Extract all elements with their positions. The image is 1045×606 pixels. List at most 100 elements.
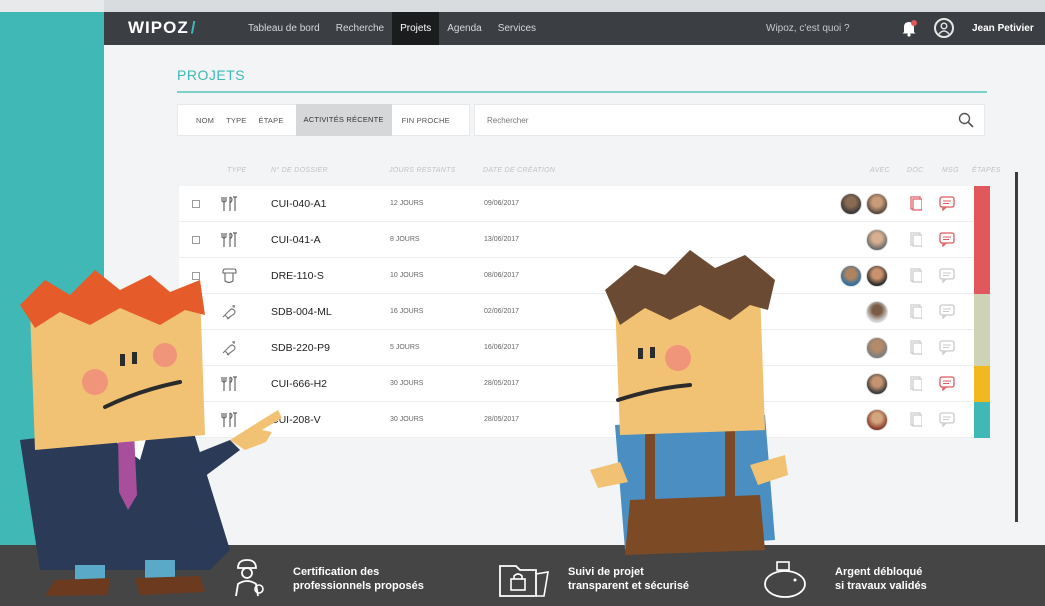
nav-agenda[interactable]: Agenda: [439, 12, 489, 45]
avatar[interactable]: [840, 265, 862, 287]
projects-table: CUI-040-A1 12 JOURS 09/06/2017 CUI-041-A…: [179, 186, 990, 438]
about-link[interactable]: Wipoz, c'est quoi ?: [766, 12, 850, 45]
left-band-top: [0, 0, 104, 12]
scrollbar[interactable]: [1015, 172, 1018, 522]
message-icon[interactable]: [939, 196, 955, 211]
stage-indicator: [974, 186, 990, 222]
page-title: PROJETS: [177, 67, 246, 83]
creation-date: 28/05/2017: [484, 416, 520, 423]
col-avec: AVEC: [870, 167, 890, 174]
stage-indicator: [974, 366, 990, 402]
user-silhouette-icon: [938, 22, 950, 35]
table-row[interactable]: DRE-110-S 10 JOURS 08/06/2017: [179, 258, 990, 294]
search-input[interactable]: [475, 105, 915, 135]
row-checkbox[interactable]: [192, 200, 200, 208]
feature-line: Argent débloqué: [835, 566, 923, 578]
table-row[interactable]: SDB-004-ML 16 JOURS 02/06/2017: [179, 294, 990, 330]
document-icon[interactable]: [910, 376, 922, 391]
avatar[interactable]: [840, 193, 862, 215]
avatar[interactable]: [866, 373, 888, 395]
nav-services[interactable]: Services: [490, 12, 544, 45]
days-remaining: 30 JOURS: [390, 380, 424, 387]
nav-recherche[interactable]: Recherche: [328, 12, 392, 45]
days-remaining: 16 JOURS: [390, 308, 424, 315]
avatar[interactable]: [866, 193, 888, 215]
avatar[interactable]: [866, 301, 888, 323]
avatar[interactable]: [866, 229, 888, 251]
cartoon-man-right-illustration: [590, 250, 788, 555]
main-nav: Tableau de bord Recherche Projets Agenda…: [240, 12, 544, 45]
avatar[interactable]: [866, 409, 888, 431]
days-remaining: 8 JOURS: [390, 236, 420, 243]
creation-date: 09/06/2017: [484, 200, 520, 207]
message-icon[interactable]: [939, 268, 955, 283]
document-icon[interactable]: [910, 340, 922, 355]
dossier-number[interactable]: CUI-040-A1: [271, 186, 326, 222]
creation-date: 16/06/2017: [484, 344, 520, 351]
stage-indicator: [974, 330, 990, 366]
creation-date: 28/05/2017: [484, 380, 520, 387]
creation-date: 08/06/2017: [484, 272, 520, 279]
row-checkbox[interactable]: [192, 236, 200, 244]
tools-icon: [221, 232, 237, 247]
col-etapes: ÉTAPES: [972, 167, 1001, 174]
notification-bell-icon[interactable]: [900, 19, 918, 37]
search-icon[interactable]: [958, 112, 974, 128]
days-remaining: 30 JOURS: [390, 416, 424, 423]
feature-line: transparent et sécurisé: [568, 580, 690, 592]
filter-fin-proche[interactable]: FIN PROCHE: [402, 116, 450, 125]
document-icon[interactable]: [910, 268, 922, 283]
creation-date: 13/06/2017: [484, 236, 520, 243]
col-date[interactable]: DATE DE CRÉATION: [483, 167, 555, 174]
col-doc: DOC: [907, 167, 924, 174]
message-icon[interactable]: [939, 304, 955, 319]
stage-indicator: [974, 222, 990, 258]
avatar[interactable]: [866, 337, 888, 359]
user-avatar-icon[interactable]: [934, 18, 954, 38]
creation-date: 02/06/2017: [484, 308, 520, 315]
table-row[interactable]: SDB-220-P9 5 JOURS 16/06/2017: [179, 330, 990, 366]
col-dossier[interactable]: N° DE DOSSIER: [271, 167, 328, 174]
document-icon[interactable]: [910, 232, 922, 247]
days-remaining: 10 JOURS: [390, 272, 424, 279]
secure-folder-icon: [499, 565, 549, 597]
message-icon[interactable]: [939, 340, 955, 355]
col-jours[interactable]: JOURS RESTANTS: [389, 167, 456, 174]
stage-indicator: [974, 258, 990, 294]
table-row[interactable]: CUI-041-A 8 JOURS 13/06/2017: [179, 222, 990, 258]
message-icon[interactable]: [939, 376, 955, 391]
col-msg: MSG: [942, 167, 959, 174]
days-remaining: 12 JOURS: [390, 200, 424, 207]
stage-indicator: [974, 402, 990, 438]
avatar[interactable]: [866, 265, 888, 287]
nav-tableau-de-bord[interactable]: Tableau de bord: [240, 12, 328, 45]
wipoz-logo[interactable]: WIPOZ /: [128, 18, 196, 38]
document-icon[interactable]: [910, 304, 922, 319]
filter-activites-recente[interactable]: ACTIVITÉS RÉCENTE: [295, 104, 392, 136]
filter-type[interactable]: TYPE: [226, 116, 246, 125]
filter-nom[interactable]: NOM: [196, 116, 214, 125]
document-icon[interactable]: [910, 412, 922, 427]
search-box: [474, 104, 985, 136]
stage-indicator: [974, 294, 990, 330]
table-row[interactable]: CUI-666-H2 30 JOURS 28/05/2017: [179, 366, 990, 402]
filter-etape[interactable]: ÉTAPE: [259, 116, 284, 125]
filter-bar: NOM TYPE ÉTAPE ACTIVITÉS RÉCENTE FIN PRO…: [177, 104, 470, 136]
dossier-number[interactable]: CUI-041-A: [271, 222, 321, 258]
feature-line: si travaux validés: [835, 580, 927, 592]
title-divider: [177, 91, 987, 93]
message-icon[interactable]: [939, 412, 955, 427]
logo-text: WIPOZ: [128, 18, 189, 37]
tools-icon: [221, 196, 237, 211]
feature-line: Certification des: [293, 566, 380, 578]
user-name[interactable]: Jean Petivier: [972, 12, 1034, 45]
table-row[interactable]: CUI-040-A1 12 JOURS 09/06/2017: [179, 186, 990, 222]
table-row[interactable]: CUI-208-V 30 JOURS 28/05/2017: [179, 402, 990, 438]
nav-projets[interactable]: Projets: [392, 12, 440, 45]
top-navigation: WIPOZ / Tableau de bord Recherche Projets…: [104, 12, 1045, 45]
feature-certification: Certification des professionnels proposé…: [293, 565, 424, 593]
message-icon[interactable]: [939, 232, 955, 247]
document-icon[interactable]: [910, 196, 922, 211]
feature-argent: Argent débloqué si travaux validés: [835, 565, 927, 593]
col-type[interactable]: TYPE: [227, 167, 246, 174]
